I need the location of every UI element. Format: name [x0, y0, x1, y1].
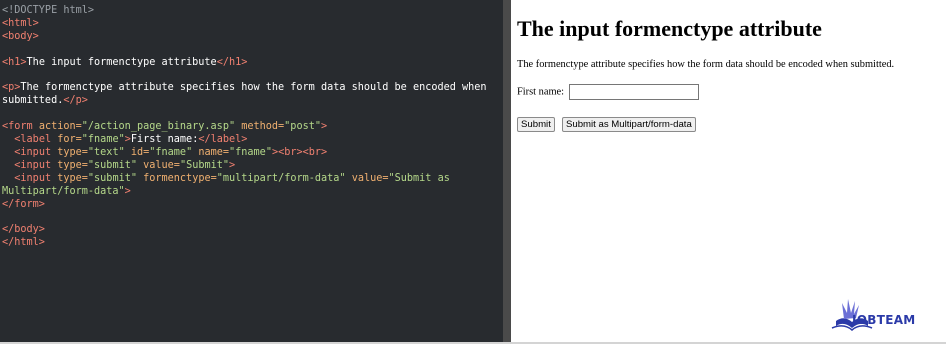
code-token: </p> — [63, 95, 88, 107]
code-token: </label> — [198, 134, 248, 146]
code-token: type= — [57, 159, 88, 171]
code-token: Multipart/form-data" — [2, 185, 125, 197]
code-line: </form> — [2, 198, 45, 210]
code-token: id= — [130, 146, 150, 158]
code-line: </body> — [2, 224, 45, 236]
code-token: type= — [57, 172, 88, 184]
code-token: <form — [2, 121, 33, 133]
code-token: "/action_page_binary.asp" — [81, 121, 236, 133]
code-token: action= — [38, 121, 82, 133]
first-name-row: First name: — [517, 84, 699, 100]
code-token: for= — [57, 134, 82, 146]
code-token: "Submit" — [179, 159, 230, 171]
code-token: submitted. — [2, 95, 64, 107]
code-token: <input — [14, 172, 52, 184]
code-line: <!DOCTYPE html> — [2, 5, 95, 16]
code-token: value= — [143, 159, 180, 171]
code-line: <body> — [2, 30, 39, 42]
code-line: <html> — [2, 17, 39, 29]
code-token: "submit" — [87, 159, 137, 171]
brand-logo-text: JOBTEAM — [852, 313, 916, 327]
page-title: The input formenctype attribute — [517, 16, 822, 41]
code-line: </html> — [2, 237, 45, 249]
code-token: type= — [57, 146, 88, 158]
code-token: <h1> — [2, 56, 27, 68]
code-token: value= — [351, 172, 389, 184]
code-token: > — [124, 185, 131, 197]
code-token: The input formenctype attribute — [26, 56, 217, 68]
first-name-label: First name: — [517, 86, 565, 98]
panel-divider-scrollbar[interactable] — [503, 0, 511, 342]
code-token: formenctype= — [143, 172, 217, 184]
code-token: "Submit as — [388, 172, 450, 184]
code-token: "multipart/form-data" — [216, 172, 346, 184]
code-token: First name: — [130, 134, 199, 146]
code-token: ><br><br> — [271, 146, 328, 158]
code-token: "text" — [87, 146, 125, 158]
code-token: </h1> — [216, 56, 248, 68]
submit-button[interactable]: Submit — [517, 117, 555, 132]
code-token: method= — [241, 121, 285, 133]
code-listing: <!DOCTYPE html> <html> <body> <h1>The in… — [0, 0, 503, 250]
result-panel: The input formenctype attribute The form… — [511, 0, 946, 342]
description-text: The formenctype attribute specifies how … — [517, 59, 895, 70]
code-token: The formenctype attribute specifies how … — [20, 82, 487, 94]
code-token: <input — [14, 159, 52, 171]
submit-multipart-button[interactable]: Submit as Multipart/form-data — [561, 117, 696, 132]
button-row: Submit Submit as Multipart/form-data — [517, 112, 698, 132]
code-token: "fname" — [81, 134, 125, 146]
code-editor-panel[interactable]: <!DOCTYPE html> <html> <body> <h1>The in… — [0, 0, 503, 342]
code-token: "fname" — [229, 146, 272, 158]
code-token: "fname" — [149, 146, 193, 158]
code-token: "post" — [284, 121, 321, 133]
code-token: > — [229, 159, 236, 171]
code-token: <p> — [2, 82, 21, 94]
code-token: <input — [14, 146, 52, 158]
first-name-input[interactable] — [568, 84, 699, 100]
code-token: <label — [14, 134, 52, 146]
code-token: > — [320, 121, 328, 133]
code-token: "submit" — [87, 172, 137, 184]
code-token: name= — [198, 146, 230, 158]
